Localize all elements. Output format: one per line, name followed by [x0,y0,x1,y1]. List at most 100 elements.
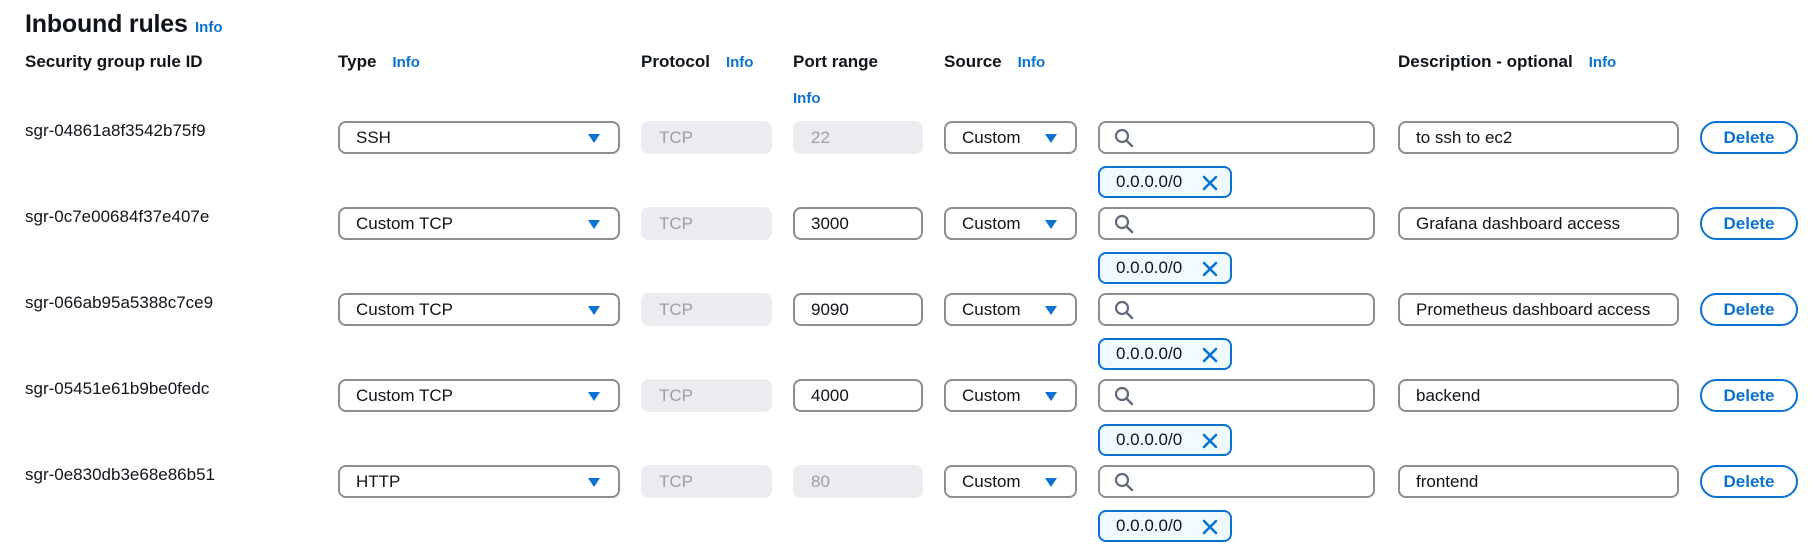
cidr-value: 0.0.0.0/0 [1116,258,1183,277]
search-icon [1114,128,1134,147]
description-value: backend [1416,385,1481,405]
source-info-link[interactable]: Info [1018,54,1046,71]
caret-down-icon [1045,478,1057,487]
protocol-field: TCP [641,121,772,154]
source-search-input[interactable] [1098,465,1375,498]
source-select[interactable]: Custom [944,379,1077,412]
protocol-value: TCP [659,213,693,233]
port-range-value: 80 [811,471,830,491]
title-info-link[interactable]: Info [195,19,223,36]
type-select[interactable]: Custom TCP [338,379,620,412]
protocol-value: TCP [659,385,693,405]
close-icon[interactable] [1200,259,1220,279]
caret-down-icon [588,478,600,487]
port-range-value: 4000 [811,385,849,405]
close-icon[interactable] [1200,431,1220,451]
port-range-input[interactable]: 3000 [793,207,923,240]
protocol-value: TCP [659,127,693,147]
type-value: Custom TCP [356,299,453,319]
port-range-value: 9090 [811,299,849,319]
delete-button[interactable]: Delete [1700,121,1798,154]
delete-button[interactable]: Delete [1700,379,1798,412]
header-type-label: Type [338,52,377,71]
port-range-value: 22 [811,127,830,147]
rule-id: sgr-04861a8f3542b75f9 [25,121,206,140]
description-input[interactable]: to ssh to ec2 [1398,121,1679,154]
description-input[interactable]: Prometheus dashboard access [1398,293,1679,326]
rule-id: sgr-0c7e00684f37e407e [25,207,210,226]
rule-row: sgr-066ab95a5388c7ce9 Custom TCP TCP 909… [0,293,1816,379]
type-value: Custom TCP [356,213,453,233]
cidr-value: 0.0.0.0/0 [1116,516,1183,535]
source-select[interactable]: Custom [944,207,1077,240]
port-range-input[interactable]: 4000 [793,379,923,412]
cidr-token: 0.0.0.0/0 [1098,424,1232,456]
close-icon[interactable] [1200,345,1220,365]
header-description-label: Description - optional [1398,52,1573,71]
protocol-value: TCP [659,299,693,319]
source-search-input[interactable] [1098,121,1375,154]
cidr-token: 0.0.0.0/0 [1098,252,1232,284]
protocol-info-link[interactable]: Info [726,54,754,71]
close-icon[interactable] [1200,173,1220,193]
source-select[interactable]: Custom [944,465,1077,498]
type-info-link[interactable]: Info [392,54,420,71]
delete-button[interactable]: Delete [1700,293,1798,326]
delete-button[interactable]: Delete [1700,207,1798,240]
rule-id: sgr-0e830db3e68e86b51 [25,465,216,484]
port-range-info-link[interactable]: Info [793,90,821,107]
source-value: Custom [962,127,1021,147]
type-select[interactable]: HTTP [338,465,620,498]
source-select[interactable]: Custom [944,293,1077,326]
description-input[interactable]: backend [1398,379,1679,412]
header-source-label: Source [944,52,1002,71]
source-search-input[interactable] [1098,293,1375,326]
header-rule-id: Security group rule ID [25,52,203,72]
header-description: Description - optional Info [1398,52,1616,72]
port-range-input[interactable]: 9090 [793,293,923,326]
header-port-range-label: Port range [793,52,879,71]
description-input[interactable]: Grafana dashboard access [1398,207,1679,240]
cidr-token: 0.0.0.0/0 [1098,338,1232,370]
source-value: Custom [962,213,1021,233]
rule-row: sgr-04861a8f3542b75f9 SSH TCP 22 Custom … [0,121,1816,207]
header-type: Type Info [338,52,420,72]
cidr-token: 0.0.0.0/0 [1098,166,1232,198]
search-icon [1114,472,1134,491]
search-icon [1114,300,1134,319]
description-info-link[interactable]: Info [1589,54,1617,71]
caret-down-icon [588,306,600,315]
type-value: HTTP [356,471,401,491]
rule-id: sgr-05451e61b9be0fedc [25,379,210,398]
caret-down-icon [1045,392,1057,401]
rule-row: sgr-0c7e00684f37e407e Custom TCP TCP 300… [0,207,1816,293]
close-icon[interactable] [1200,517,1220,537]
search-icon [1114,386,1134,405]
caret-down-icon [588,392,600,401]
source-value: Custom [962,385,1021,405]
description-input[interactable]: frontend [1398,465,1679,498]
type-select[interactable]: Custom TCP [338,293,620,326]
protocol-field: TCP [641,465,772,498]
source-value: Custom [962,299,1021,319]
caret-down-icon [1045,306,1057,315]
cidr-value: 0.0.0.0/0 [1116,344,1183,363]
delete-button[interactable]: Delete [1700,465,1798,498]
cidr-value: 0.0.0.0/0 [1116,172,1183,191]
cidr-token: 0.0.0.0/0 [1098,510,1232,542]
protocol-field: TCP [641,293,772,326]
cidr-value: 0.0.0.0/0 [1116,430,1183,449]
source-select[interactable]: Custom [944,121,1077,154]
header-rule-id-label: Security group rule ID [25,52,203,71]
description-value: to ssh to ec2 [1416,127,1513,147]
header-source: Source Info [944,52,1045,72]
description-value: Prometheus dashboard access [1416,299,1651,319]
type-value: SSH [356,127,391,147]
caret-down-icon [1045,134,1057,143]
source-search-input[interactable] [1098,379,1375,412]
type-value: Custom TCP [356,385,453,405]
type-select[interactable]: Custom TCP [338,207,620,240]
source-search-input[interactable] [1098,207,1375,240]
type-select[interactable]: SSH [338,121,620,154]
port-range-input: 80 [793,465,923,498]
